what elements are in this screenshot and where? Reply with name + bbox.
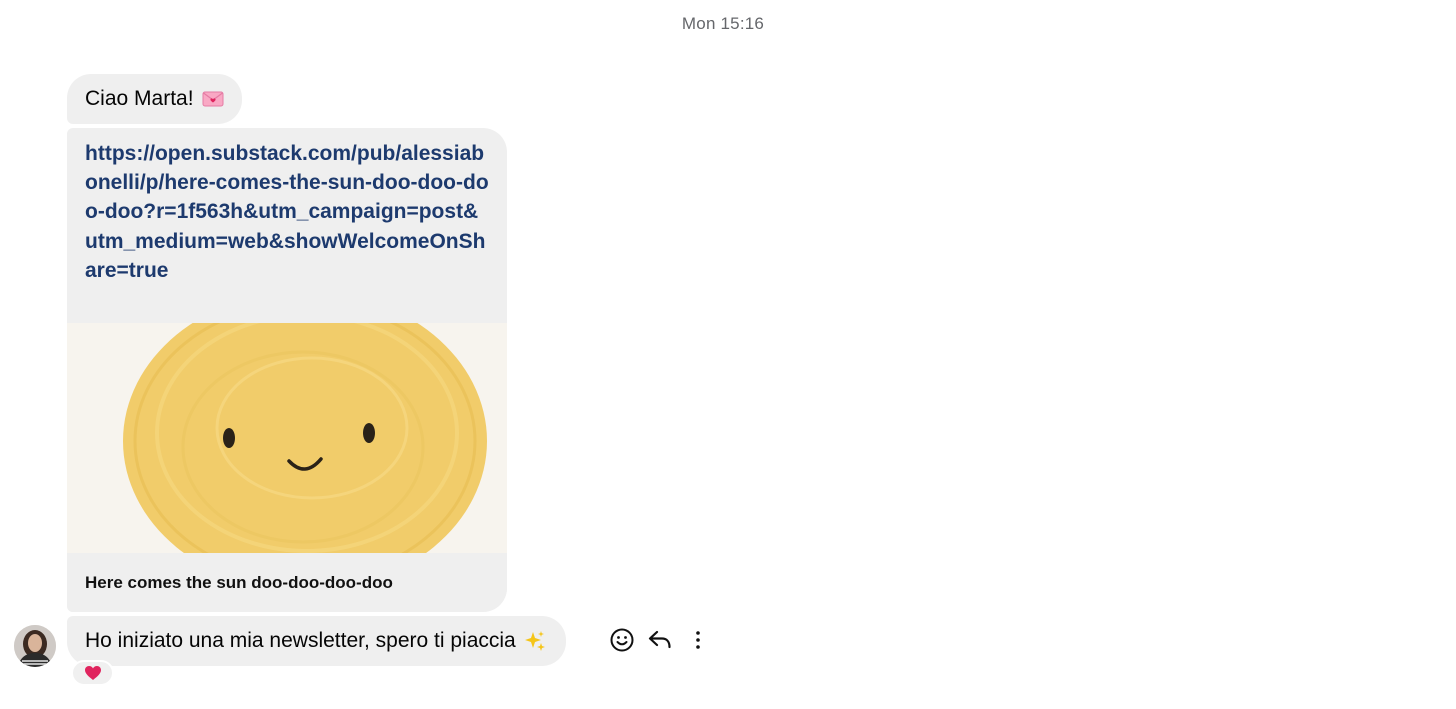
sun-left-eye [223,428,235,448]
reply-button[interactable] [646,626,674,654]
message-timestamp: Mon 15:16 [681,14,765,33]
react-button[interactable] [608,626,636,654]
more-options-button[interactable] [684,626,712,654]
message-actions [608,626,712,654]
reply-icon [648,630,671,649]
message-text: Ciao Marta! [85,87,194,110]
message-reaction[interactable] [71,660,114,686]
link-preview-image[interactable] [67,323,507,553]
message-bubble-newsletter[interactable]: Ho iniziato una mia newsletter, spero ti… [67,616,566,666]
love-letter-icon [202,91,224,107]
shared-link-url[interactable]: https://open.substack.com/pub/alessiabon… [67,128,507,298]
smiling-sun-drawing [67,323,507,553]
react-emoji-icon [610,628,634,652]
sparkles-icon [524,631,545,651]
red-heart-icon [84,666,101,680]
avatar-photo [14,625,56,667]
sender-avatar[interactable] [14,625,56,667]
link-preview-card[interactable]: https://open.substack.com/pub/alessiabon… [67,128,507,612]
message-text: Ho iniziato una mia newsletter, spero ti… [85,629,516,652]
message-bubble-greeting[interactable]: Ciao Marta! [67,74,242,124]
sun-right-eye [363,423,375,443]
more-options-icon [696,631,700,649]
link-preview-title[interactable]: Here comes the sun doo-doo-doo-doo [67,553,507,612]
message-thread: Mon 15:16 Ciao Marta! https://open.subst… [0,0,1456,709]
